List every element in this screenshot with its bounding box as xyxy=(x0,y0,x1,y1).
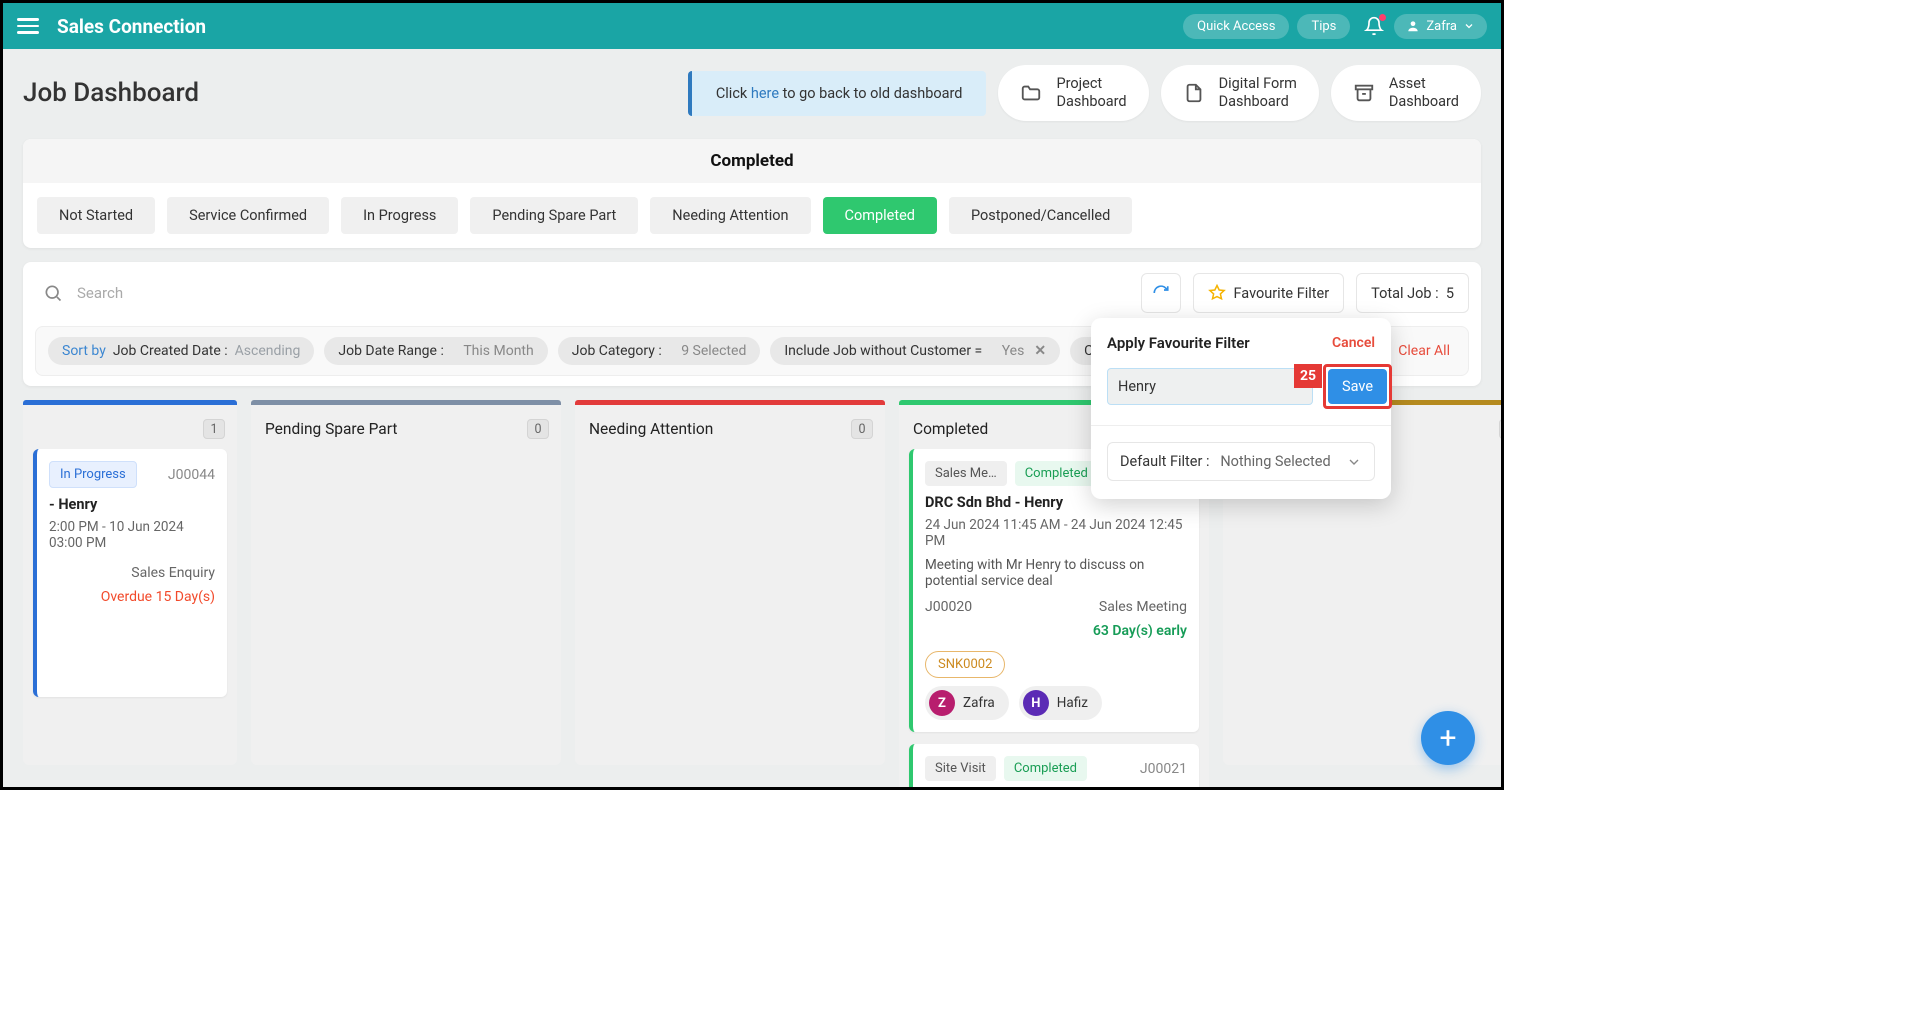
job-id: J00044 xyxy=(168,467,215,483)
tab-not-started[interactable]: Not Started xyxy=(37,197,155,234)
menu-icon[interactable] xyxy=(17,18,39,34)
tab-service-confirmed[interactable]: Service Confirmed xyxy=(167,197,329,234)
chip-date-range[interactable]: Job Date Range : This Month xyxy=(324,337,547,365)
user-menu[interactable]: Zafra xyxy=(1394,14,1487,39)
column-title: Needing Attention xyxy=(589,420,713,438)
clear-all-link[interactable]: Clear All xyxy=(1398,343,1456,359)
search-input[interactable] xyxy=(73,278,1121,308)
chevron-down-icon xyxy=(1463,20,1475,32)
quick-access-button[interactable]: Quick Access xyxy=(1183,14,1289,39)
avatar: HHafiz xyxy=(1019,686,1102,720)
save-highlight: 25 Save xyxy=(1323,364,1392,409)
avatar: ZZafra xyxy=(925,686,1009,720)
folder-icon xyxy=(1020,82,1042,104)
total-job-box: Total Job : 5 xyxy=(1356,273,1469,313)
card-time: 2:00 PM - 10 Jun 2024 03:00 PM xyxy=(49,519,215,551)
overdue-label: Overdue 15 Day(s) xyxy=(101,589,215,605)
tab-needing-attention[interactable]: Needing Attention xyxy=(650,197,810,234)
category-badge: Site Visit xyxy=(925,756,996,781)
refresh-button[interactable] xyxy=(1141,273,1181,313)
step-badge: 25 xyxy=(1294,364,1322,388)
avatar-list: ZZafra HHafiz xyxy=(925,686,1187,720)
default-filter-select[interactable]: Default Filter : Nothing Selected xyxy=(1107,442,1375,481)
tab-postponed-cancelled[interactable]: Postponed/Cancelled xyxy=(949,197,1132,234)
status-badge: Completed xyxy=(1015,461,1098,486)
search-icon xyxy=(43,283,63,303)
card-customer: DRC Sdn Bhd - Henry xyxy=(925,789,1187,790)
brand: Sales Connection xyxy=(57,15,206,38)
chevron-down-icon xyxy=(1346,454,1362,470)
column-title: Pending Spare Part xyxy=(265,420,397,438)
board-column: Needing Attention 0 xyxy=(575,400,885,790)
tips-button[interactable]: Tips xyxy=(1297,14,1350,39)
column-title: Completed xyxy=(913,420,988,438)
status-tabs: Not Started Service Confirmed In Progres… xyxy=(23,183,1481,234)
board-column: Pending Spare Part 0 xyxy=(251,400,561,790)
save-button[interactable]: Save xyxy=(1328,369,1387,404)
star-icon xyxy=(1208,284,1226,302)
job-card[interactable]: Site Visit Completed J00021 DRC Sdn Bhd … xyxy=(909,744,1199,790)
page-title: Job Dashboard xyxy=(23,78,199,108)
project-dashboard-button[interactable]: ProjectDashboard xyxy=(998,65,1148,121)
add-fab[interactable]: + xyxy=(1421,711,1475,765)
job-id: J00021 xyxy=(1140,761,1187,777)
status-badge: In Progress xyxy=(49,461,137,488)
page-header: Job Dashboard Click here to go back to o… xyxy=(3,49,1501,131)
chip-include-no-customer[interactable]: Include Job without Customer = Yes✕ xyxy=(770,337,1060,365)
tab-completed[interactable]: Completed xyxy=(823,197,937,234)
column-count: 0 xyxy=(1499,419,1504,439)
ref-tag: SNK0002 xyxy=(925,651,1005,678)
tab-in-progress[interactable]: In Progress xyxy=(341,197,458,234)
sort-chip[interactable]: Sort by Job Created Date : Ascending xyxy=(48,337,314,365)
status-badge: Completed xyxy=(1004,756,1087,781)
card-category: Sales Enquiry xyxy=(131,565,215,581)
digital-form-dashboard-button[interactable]: Digital FormDashboard xyxy=(1161,65,1319,121)
column-count: 0 xyxy=(527,419,549,439)
category-badge: Sales Me… xyxy=(925,461,1007,486)
status-header: Completed xyxy=(23,139,1481,183)
favourite-name-input[interactable] xyxy=(1107,368,1313,405)
job-card[interactable]: In Progress J00044 - Henry 2:00 PM - 10 J… xyxy=(33,449,227,697)
chip-remove-icon[interactable]: ✕ xyxy=(1034,343,1046,359)
card-customer: - Henry xyxy=(49,496,215,513)
cancel-link[interactable]: Cancel xyxy=(1332,335,1375,351)
plus-icon: + xyxy=(1439,721,1456,756)
tab-pending-spare-part[interactable]: Pending Spare Part xyxy=(470,197,638,234)
card-time: 24 Jun 2024 11:45 AM - 24 Jun 2024 12:45… xyxy=(925,517,1187,549)
favourite-filter-popover: Apply Favourite Filter Cancel 25 Save De… xyxy=(1091,318,1391,499)
document-icon xyxy=(1183,82,1205,104)
user-name: Zafra xyxy=(1426,19,1457,34)
topbar: Sales Connection Quick Access Tips Zafra xyxy=(3,3,1501,49)
board-column: 1 In Progress J00044 - Henry 2:00 PM - 10… xyxy=(23,400,237,790)
popover-title: Apply Favourite Filter xyxy=(1107,334,1250,352)
archive-icon xyxy=(1353,82,1375,104)
asset-dashboard-button[interactable]: AssetDashboard xyxy=(1331,65,1481,121)
old-dashboard-link[interactable]: here xyxy=(751,85,779,102)
favourite-filter-button[interactable]: Favourite Filter xyxy=(1193,273,1345,313)
search-box xyxy=(35,272,1129,314)
early-label: 63 Day(s) early xyxy=(1093,623,1187,639)
chip-job-category[interactable]: Job Category : 9 Selected xyxy=(558,337,761,365)
user-icon xyxy=(1406,19,1420,33)
status-panel: Completed Not Started Service Confirmed … xyxy=(23,139,1481,248)
column-count: 0 xyxy=(851,419,873,439)
old-dashboard-banner: Click here to go back to old dashboard xyxy=(688,71,987,116)
notifications-icon[interactable] xyxy=(1364,16,1384,36)
card-desc: Meeting with Mr Henry to discuss on pote… xyxy=(925,557,1187,589)
column-count: 1 xyxy=(203,419,225,439)
